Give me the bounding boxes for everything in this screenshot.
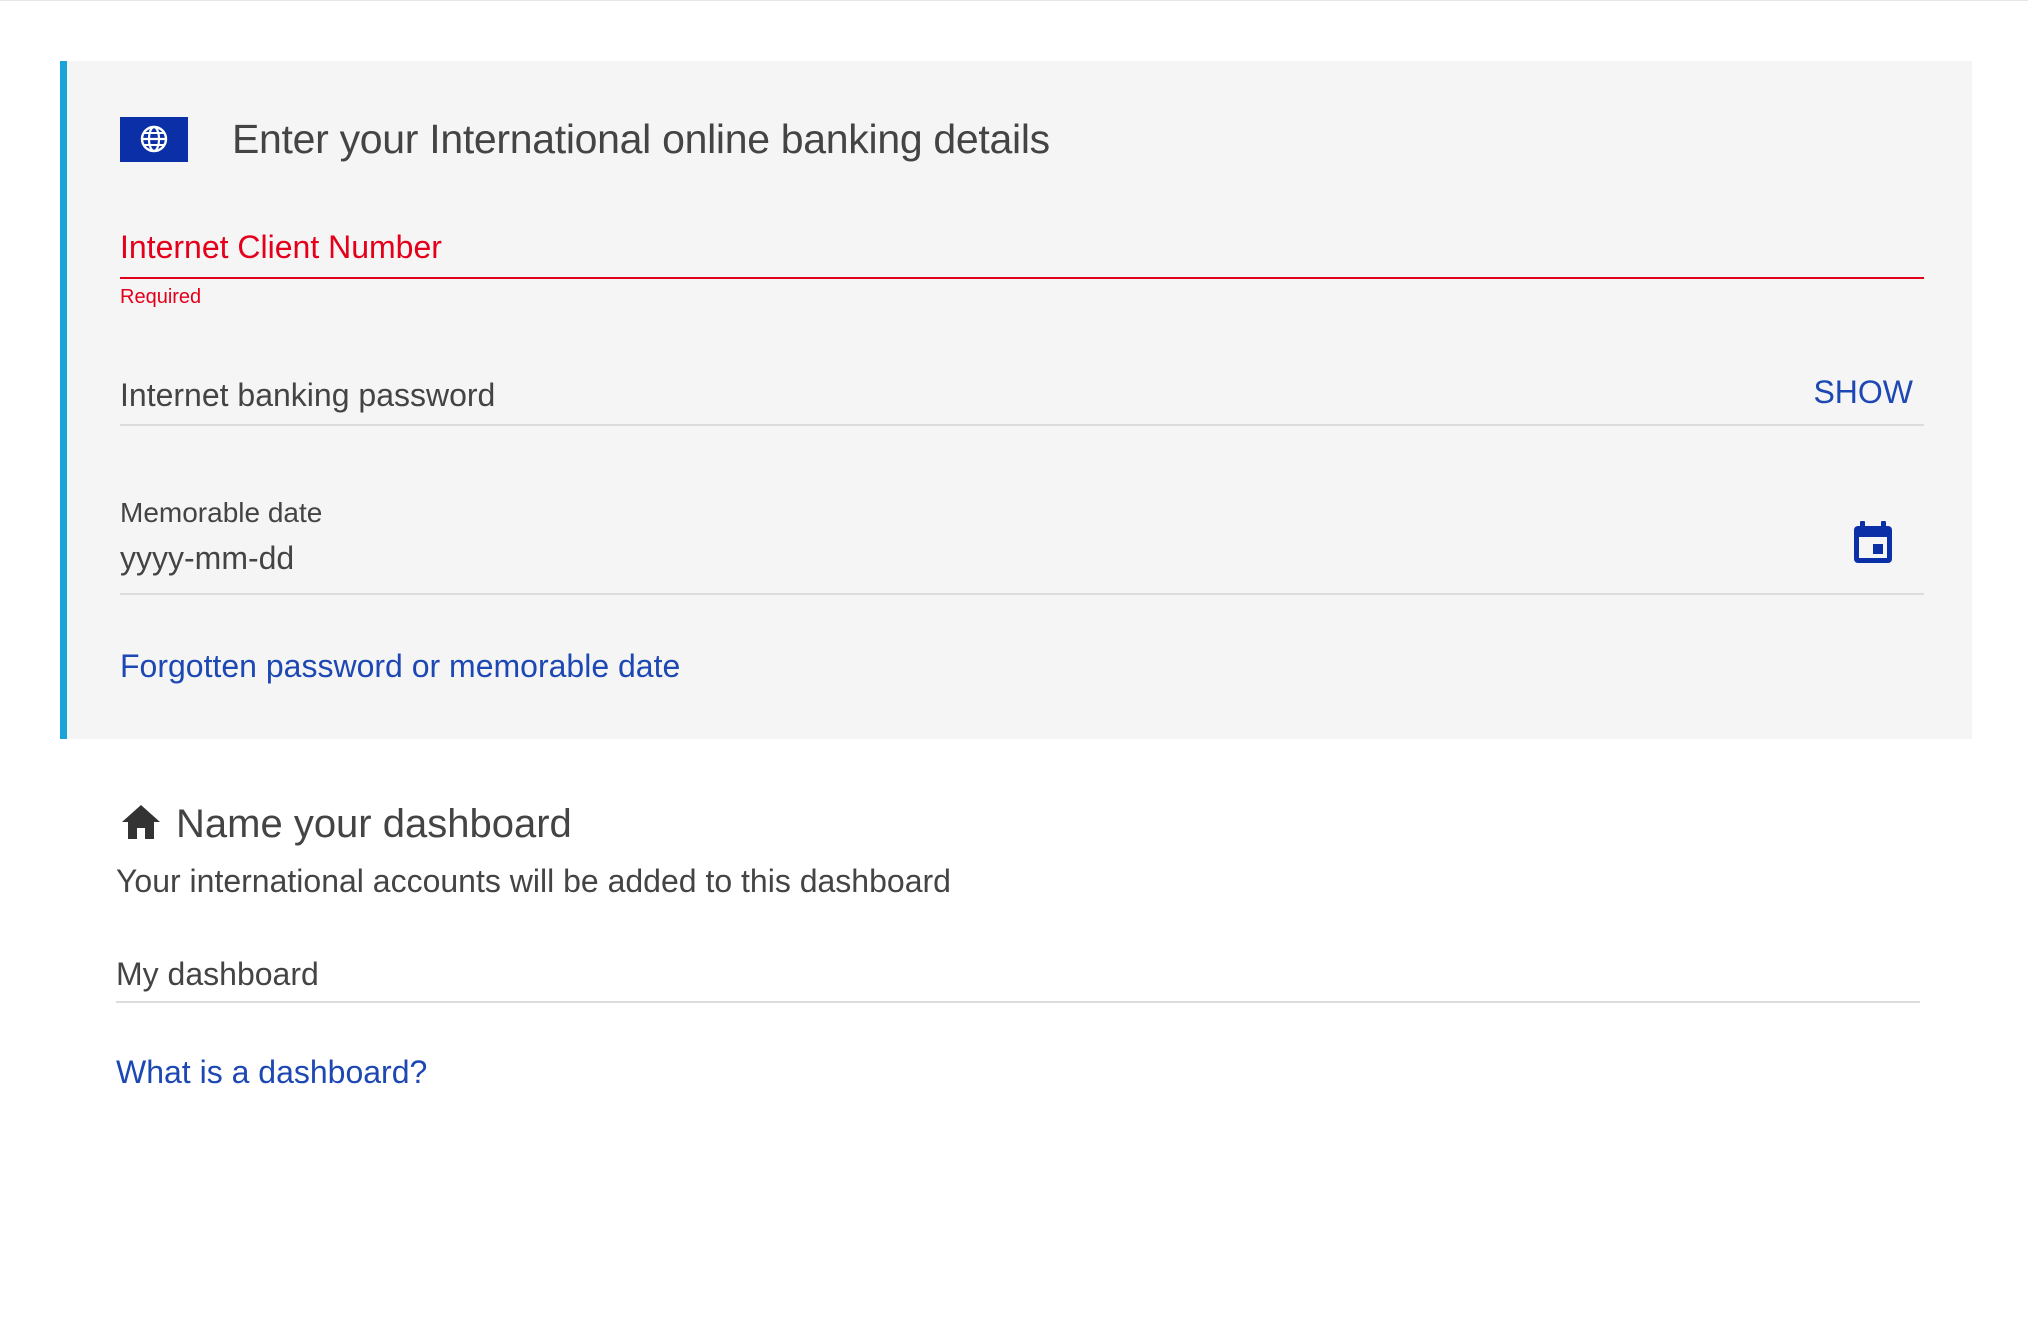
globe-icon (120, 116, 188, 162)
page: Enter your International online banking … (0, 0, 2028, 1336)
banking-details-panel: Enter your International online banking … (60, 61, 1972, 739)
panel-header: Enter your International online banking … (120, 114, 1050, 164)
memorable-date-placeholder: yyyy-mm-dd (120, 540, 295, 576)
dashboard-name-underline (116, 1001, 1920, 1003)
panel-title: Enter your International online banking … (232, 115, 1050, 162)
show-password-button[interactable]: SHOW (1813, 374, 1913, 411)
client-number-field[interactable]: Internet Client Number Required (120, 229, 1924, 309)
client-number-label: Internet Client Number (120, 229, 442, 265)
calendar-icon[interactable] (1850, 519, 1896, 565)
memorable-date-field[interactable]: Memorable date yyyy-mm-dd (120, 497, 1924, 597)
dashboard-description: Your international accounts will be adde… (116, 863, 951, 899)
password-field[interactable]: Internet banking password SHOW (120, 369, 1924, 429)
forgotten-password-link[interactable]: Forgotten password or memorable date (120, 648, 680, 685)
dashboard-title: Name your dashboard (176, 801, 572, 846)
home-icon (120, 803, 162, 846)
memorable-date-underline (120, 593, 1924, 595)
password-placeholder: Internet banking password (120, 377, 496, 413)
password-underline (120, 424, 1924, 426)
memorable-date-label: Memorable date (120, 497, 323, 528)
client-number-error: Required (120, 286, 202, 308)
dashboard-header: Name your dashboard (120, 799, 572, 849)
dashboard-name-input[interactable] (116, 951, 1920, 997)
what-is-dashboard-link[interactable]: What is a dashboard? (116, 1054, 427, 1091)
dashboard-name-field[interactable] (116, 951, 1920, 1003)
client-number-underline (120, 277, 1924, 279)
